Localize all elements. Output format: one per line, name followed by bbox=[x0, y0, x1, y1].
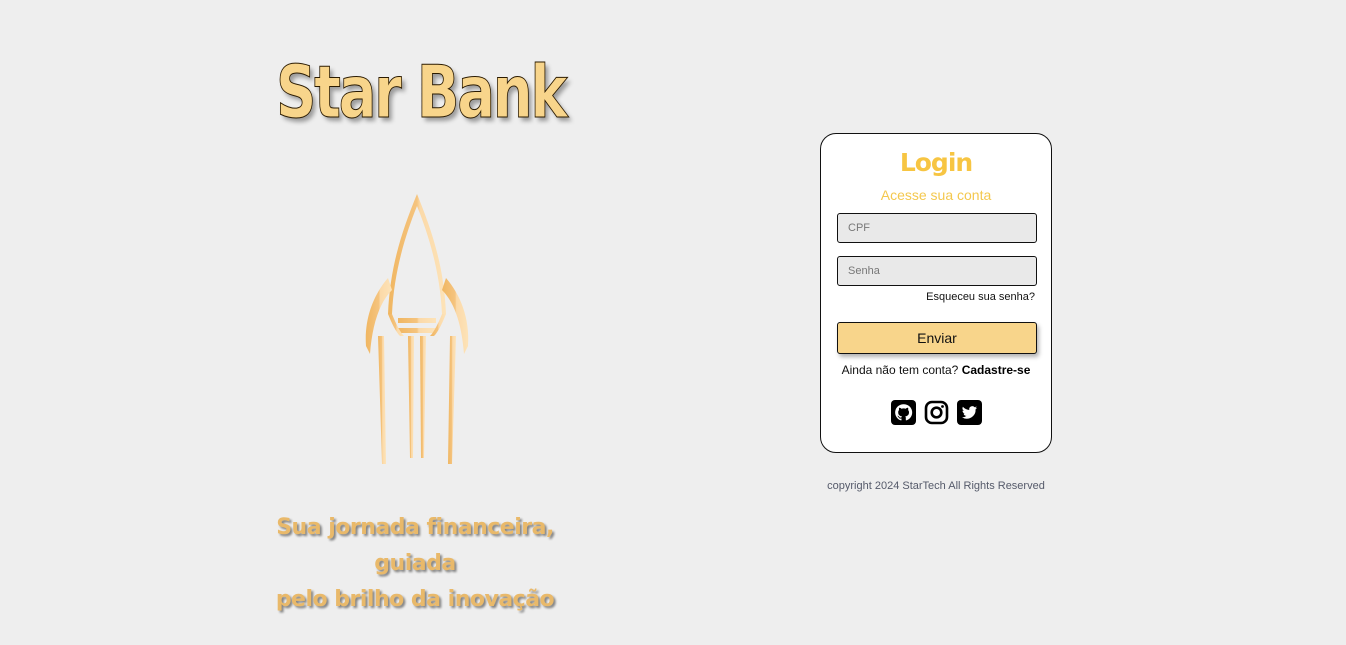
instagram-icon[interactable] bbox=[924, 400, 949, 425]
brand-tagline: Sua jornada financeira, guiada pelo bril… bbox=[250, 510, 580, 618]
social-links bbox=[821, 400, 1051, 425]
cpf-input[interactable] bbox=[837, 213, 1037, 243]
copyright-text: copyright 2024 StarTech All Rights Reser… bbox=[827, 480, 1045, 492]
rocket-icon bbox=[365, 194, 469, 464]
github-icon[interactable] bbox=[890, 400, 916, 425]
login-title: Login bbox=[899, 148, 973, 177]
forgot-password-link[interactable]: Esqueceu sua senha? bbox=[926, 291, 1035, 303]
twitter-icon[interactable] bbox=[956, 400, 982, 425]
submit-button[interactable]: Enviar bbox=[837, 322, 1037, 354]
password-input[interactable] bbox=[837, 256, 1037, 286]
tagline-line-1: Sua jornada financeira, guiada bbox=[276, 515, 554, 576]
brand-title: Star Bank bbox=[276, 50, 569, 135]
login-card: Login Acesse sua conta Esqueceu sua senh… bbox=[820, 133, 1052, 453]
signup-row: Ainda não tem conta? Cadastre-se bbox=[821, 363, 1051, 377]
tagline-line-2: pelo brilho da inovação bbox=[275, 587, 555, 612]
login-subtitle: Acesse sua conta bbox=[880, 187, 992, 203]
signup-link[interactable]: Cadastre-se bbox=[962, 363, 1031, 377]
signup-prompt: Ainda não tem conta? bbox=[841, 363, 959, 377]
login-page: Star Bank Sua jornada financeira, guiada… bbox=[0, 0, 1346, 645]
